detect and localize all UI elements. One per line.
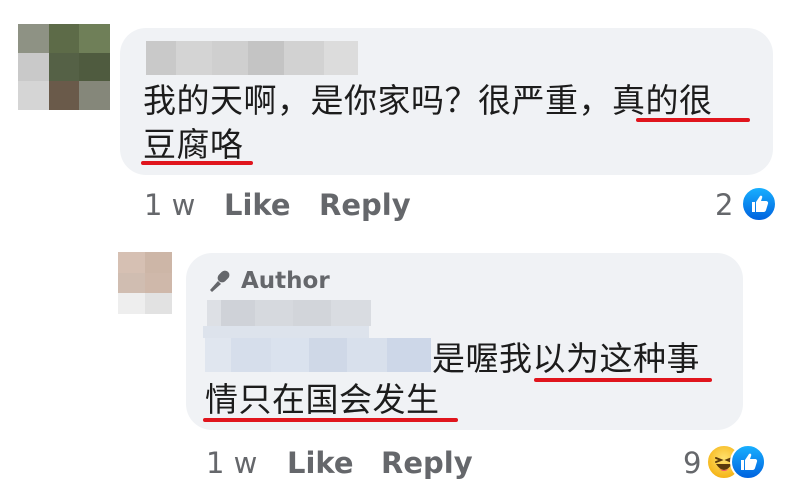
avatar[interactable]	[18, 24, 110, 110]
reply-text-line-2: 情只在国会发生	[205, 380, 440, 419]
comment-timestamp[interactable]: 1 w	[144, 188, 195, 222]
like-icon[interactable]	[741, 186, 777, 222]
reply-text-line-1: 是喔我以为这种事	[432, 339, 700, 378]
avatar[interactable]	[118, 252, 172, 314]
like-button[interactable]: Like	[287, 446, 354, 480]
red-underline	[203, 418, 458, 422]
blurred-author-name[interactable]	[207, 300, 371, 326]
blurred-reply-text	[205, 338, 431, 372]
like-button[interactable]: Like	[224, 188, 291, 222]
red-underline	[141, 161, 253, 165]
reply-timestamp[interactable]: 1 w	[206, 446, 257, 480]
reaction-count[interactable]: 9	[683, 446, 701, 480]
thumbs-up-icon	[752, 195, 769, 212]
comment-text-line-1: 我的天啊，是你家吗？很严重，真的很	[143, 81, 713, 120]
thumbs-up-icon	[741, 453, 758, 470]
red-underline	[534, 378, 712, 382]
author-label: Author	[241, 268, 330, 294]
red-underline	[636, 118, 750, 122]
blurred-reply-text	[203, 326, 369, 338]
blurred-commenter-name[interactable]	[146, 41, 358, 75]
microphone-icon	[210, 270, 230, 292]
like-icon[interactable]	[730, 444, 766, 480]
reaction-count[interactable]: 2	[715, 188, 733, 222]
reply-button[interactable]: Reply	[319, 188, 411, 222]
reply-button[interactable]: Reply	[381, 446, 473, 480]
author-badge: Author	[207, 268, 330, 294]
